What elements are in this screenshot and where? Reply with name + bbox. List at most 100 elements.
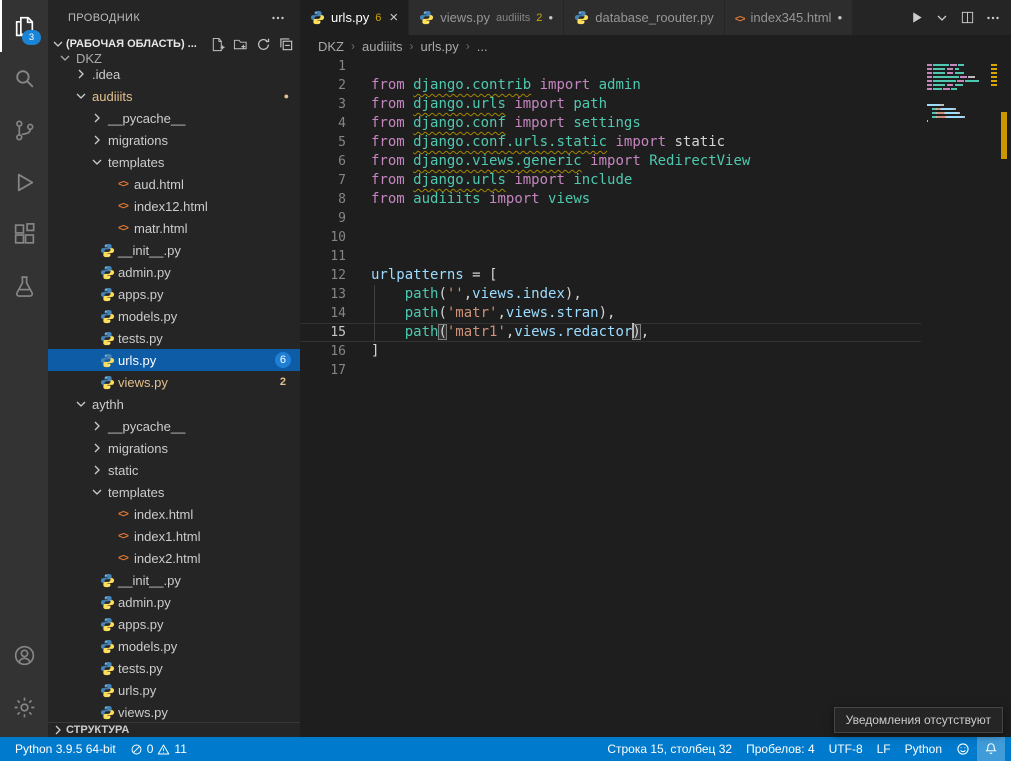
- ellipsis-icon[interactable]: [985, 10, 1001, 26]
- new-folder-icon[interactable]: [233, 37, 248, 52]
- code-line[interactable]: 9: [300, 209, 921, 228]
- outline-section-header[interactable]: СТРУКТУРА: [48, 722, 300, 737]
- tree-item-matr-html[interactable]: <>matr.html: [48, 217, 300, 239]
- activity-bar-item-explorer[interactable]: 3: [0, 0, 48, 52]
- code-line[interactable]: 15 path('matr1',views.redactor),: [300, 323, 921, 342]
- line-content: from django.conf import settings: [371, 114, 641, 133]
- status-cursor-position[interactable]: Строка 15, столбец 32: [600, 737, 739, 761]
- workspace-section-header[interactable]: (РАБОЧАЯ ОБЛАСТЬ) ...: [48, 35, 300, 53]
- code-line[interactable]: 13 path('',views.index),: [300, 285, 921, 304]
- tab-urls-py[interactable]: urls.py6×: [300, 0, 409, 35]
- status-problems[interactable]: 011: [123, 737, 194, 761]
- tree-item-index12-html[interactable]: <>index12.html: [48, 195, 300, 217]
- minimap-line: [927, 60, 997, 62]
- breadcrumb-item[interactable]: ...: [477, 39, 488, 54]
- tree-item-aythh[interactable]: aythh: [48, 393, 300, 415]
- breadcrumb-item[interactable]: audiiits: [362, 39, 402, 54]
- code-line[interactable]: 4from django.conf import settings: [300, 114, 921, 133]
- tab-index345-html[interactable]: <>index345.html●: [725, 0, 853, 35]
- tree-item-views-py[interactable]: views.py2: [48, 371, 300, 393]
- activity-bar-item-settings[interactable]: [0, 681, 48, 733]
- tab-problems-badge: 2: [536, 12, 542, 24]
- tree-item-views-py[interactable]: views.py: [48, 701, 300, 723]
- tree-item-audiiits[interactable]: audiiits●: [48, 85, 300, 107]
- status-python-interpreter[interactable]: Python 3.9.5 64-bit: [8, 737, 123, 761]
- scrollbar[interactable]: [997, 57, 1011, 737]
- line-number: 3: [300, 95, 346, 114]
- tree-item-migrations[interactable]: migrations: [48, 437, 300, 459]
- tree-item-admin-py[interactable]: admin.py: [48, 261, 300, 283]
- tree-item-apps-py[interactable]: apps.py: [48, 613, 300, 635]
- status-feedback[interactable]: [949, 737, 977, 761]
- activity-bar-item-run-debug[interactable]: [0, 156, 48, 208]
- views-and-more-actions-icon[interactable]: [270, 10, 286, 26]
- tree-item-index2-html[interactable]: <>index2.html: [48, 547, 300, 569]
- code-line[interactable]: 10: [300, 228, 921, 247]
- tree-item-tests-py[interactable]: tests.py: [48, 657, 300, 679]
- chevron-down-icon[interactable]: [934, 10, 950, 26]
- split-editor-icon[interactable]: [960, 10, 975, 25]
- tree-item-tests-py[interactable]: tests.py: [48, 327, 300, 349]
- minimap-line: [927, 64, 997, 66]
- status-language-mode[interactable]: Python: [898, 737, 949, 761]
- code-line[interactable]: 7from django.urls import include: [300, 171, 921, 190]
- tree-item-index1-html[interactable]: <>index1.html: [48, 525, 300, 547]
- close-icon[interactable]: ×: [389, 10, 398, 25]
- tree-item-pycache[interactable]: __pycache__: [48, 415, 300, 437]
- tab-views-py[interactable]: views.pyaudiiits2●: [409, 0, 564, 35]
- breadcrumb-item[interactable]: DKZ: [318, 39, 344, 54]
- chevron-down-icon: [56, 53, 74, 63]
- activity-bar-item-search[interactable]: [0, 52, 48, 104]
- minimap[interactable]: [927, 60, 997, 128]
- tree-item-urls-py[interactable]: urls.py: [48, 679, 300, 701]
- code-line[interactable]: 1: [300, 57, 921, 76]
- tree-item-templates[interactable]: templates: [48, 151, 300, 173]
- tree-item-models-py[interactable]: models.py: [48, 305, 300, 327]
- code-line[interactable]: 2from django.contrib import admin: [300, 76, 921, 95]
- refresh-icon[interactable]: [256, 37, 271, 52]
- tree-item-urls-py[interactable]: urls.py6: [48, 349, 300, 371]
- activity-bar-item-extensions[interactable]: [0, 208, 48, 260]
- tree-item-dkz[interactable]: DKZ: [48, 53, 300, 63]
- tree-item-models-py[interactable]: models.py: [48, 635, 300, 657]
- tab-database-roouter-py[interactable]: database_roouter.py: [564, 0, 725, 35]
- new-file-icon[interactable]: [210, 37, 225, 52]
- code-line[interactable]: 14 path('matr',views.stran),: [300, 304, 921, 323]
- status-eol[interactable]: LF: [870, 737, 898, 761]
- code-line[interactable]: 12urlpatterns = [: [300, 266, 921, 285]
- activity-bar-item-source-control[interactable]: [0, 104, 48, 156]
- code-line[interactable]: 3 from django.urls import path: [300, 95, 921, 114]
- status-notifications[interactable]: [977, 737, 1005, 761]
- code-line[interactable]: 16]: [300, 342, 921, 361]
- breadcrumb-separator: ›: [466, 39, 470, 53]
- play-icon[interactable]: [909, 10, 924, 25]
- status-label: Строка 15, столбец 32: [607, 742, 732, 756]
- tree-item-apps-py[interactable]: apps.py: [48, 283, 300, 305]
- activity-bar-item-testing[interactable]: [0, 260, 48, 312]
- tree-item-templates[interactable]: templates: [48, 481, 300, 503]
- breadcrumb: DKZ›audiiits›urls.py›...: [300, 35, 1011, 57]
- python-icon: [98, 353, 116, 368]
- tree-item-index-html[interactable]: <>index.html: [48, 503, 300, 525]
- tree-item-label: views.py: [118, 705, 168, 720]
- tree-item-aud-html[interactable]: <>aud.html: [48, 173, 300, 195]
- tree-item-static[interactable]: static: [48, 459, 300, 481]
- code-line[interactable]: 5from django.conf.urls.static import sta…: [300, 133, 921, 152]
- line-content: from django.urls import path: [371, 95, 607, 114]
- code-line[interactable]: 17: [300, 361, 921, 380]
- code-line[interactable]: 6from django.views.generic import Redire…: [300, 152, 921, 171]
- tree-item-admin-py[interactable]: admin.py: [48, 591, 300, 613]
- code-line[interactable]: 8from audiiits import views: [300, 190, 921, 209]
- activity-bar-item-account[interactable]: [0, 629, 48, 681]
- status-indentation[interactable]: Пробелов: 4: [739, 737, 822, 761]
- code-line[interactable]: 11: [300, 247, 921, 266]
- breadcrumb-item[interactable]: urls.py: [420, 39, 458, 54]
- tree-item-migrations[interactable]: migrations: [48, 129, 300, 151]
- status-encoding[interactable]: UTF-8: [822, 737, 870, 761]
- collapse-all-icon[interactable]: [279, 37, 294, 52]
- tree-item-idea[interactable]: .idea: [48, 63, 300, 85]
- tree-item-init-py[interactable]: __init__.py: [48, 569, 300, 591]
- code-editor[interactable]: 12from django.contrib import admin3 from …: [300, 57, 1011, 737]
- tree-item-init-py[interactable]: __init__.py: [48, 239, 300, 261]
- tree-item-pycache[interactable]: __pycache__: [48, 107, 300, 129]
